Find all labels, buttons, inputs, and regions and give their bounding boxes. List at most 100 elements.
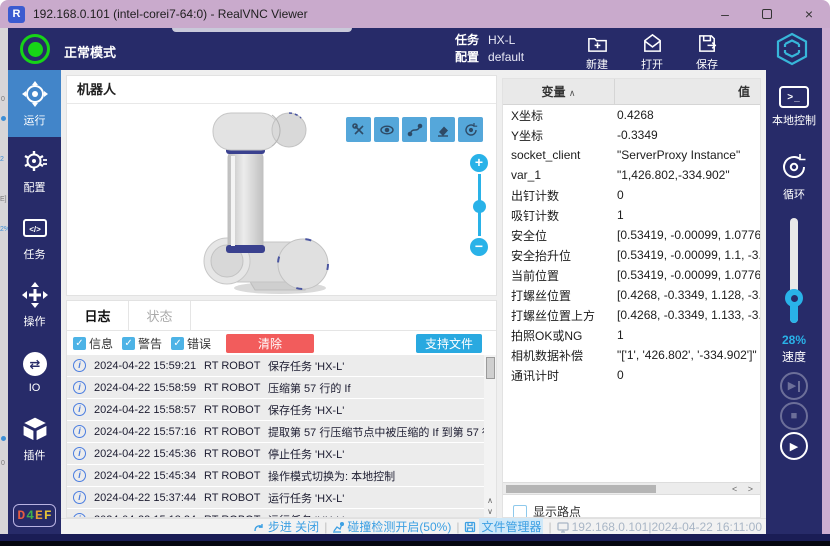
separator: | xyxy=(548,520,551,534)
loop-item[interactable]: 循环 xyxy=(766,152,822,202)
close-button[interactable]: × xyxy=(788,0,830,28)
hscroll-arrows[interactable]: < > xyxy=(732,483,757,495)
sidebar-label-config: 配置 xyxy=(24,179,46,195)
sidebar-item-config[interactable]: 配置 xyxy=(8,137,61,204)
sidebar-item-operate[interactable]: 操作 xyxy=(8,271,61,338)
log-row[interactable]: i 2024-04-22 15:45:36 RT ROBOT 停止任务 'HX-… xyxy=(67,443,484,464)
sidebar-item-task[interactable]: </> 任务 xyxy=(8,204,61,271)
badge-char: F xyxy=(44,508,52,523)
variables-hscrollbar[interactable]: < > xyxy=(503,482,760,495)
support-files-button[interactable]: 支持文件 xyxy=(416,334,482,353)
variable-row[interactable]: Y坐标 -0.3349 xyxy=(503,125,760,145)
warning-checkbox-label: 警告 xyxy=(138,335,162,352)
open-task-button[interactable]: 打开 xyxy=(635,32,669,72)
variable-name: 安全位 xyxy=(511,227,617,244)
log-scrollbar-thumb[interactable] xyxy=(486,357,495,379)
step-run-button[interactable]: ▶ xyxy=(780,372,808,400)
variable-row[interactable]: 出钉计数 0 xyxy=(503,185,760,205)
tab-log[interactable]: 日志 xyxy=(67,301,129,330)
variable-row[interactable]: 通讯计时 0 xyxy=(503,365,760,385)
stop-button[interactable]: ■ xyxy=(780,402,808,430)
warning-checkbox[interactable]: ✓ xyxy=(122,337,135,350)
log-row[interactable]: i 2024-04-22 15:58:57 RT ROBOT 保存任务 'HX-… xyxy=(67,399,484,420)
collision-status[interactable]: 碰撞检测开启(50%) xyxy=(332,518,451,535)
speed-percent: 28% xyxy=(766,333,822,347)
save-task-button[interactable]: 保存 xyxy=(690,32,724,72)
log-message: 提取第 57 行压缩节点中被压缩的 If 到第 57 行 xyxy=(268,424,484,440)
variable-row[interactable]: 相机数据补偿 "['1', '426.802', '-334.902']" xyxy=(503,345,760,365)
zoom-in-button[interactable]: + xyxy=(470,154,488,172)
speed-slider-handle[interactable] xyxy=(785,289,803,307)
variable-row[interactable]: 安全抬升位 [0.53419, -0.00099, 1.1, -3.14048,… xyxy=(503,245,760,265)
erase-button[interactable] xyxy=(430,117,455,142)
trace-button[interactable] xyxy=(402,117,427,142)
tools-icon xyxy=(351,122,367,138)
variable-row[interactable]: X坐标 0.4268 xyxy=(503,105,760,125)
variable-row[interactable]: 打螺丝位置 [0.4268, -0.3349, 1.128, -3.14159,… xyxy=(503,285,760,305)
tab-status[interactable]: 状态 xyxy=(129,301,191,330)
sort-ascending-icon: ∧ xyxy=(569,88,576,98)
log-list[interactable]: i 2024-04-22 15:59:21 RT ROBOT 保存任务 'HX-… xyxy=(67,355,496,517)
variable-row[interactable]: 当前位置 [0.53419, -0.00099, 1.07764, -3.140… xyxy=(503,265,760,285)
clear-log-button[interactable]: 清除 xyxy=(226,334,314,353)
zoom-slider-handle[interactable] xyxy=(473,200,486,213)
log-panel: 日志 状态 ✓ 信息 ✓ 警告 ✓ 错误 清除 支持文件 i 2024-04-2… xyxy=(66,300,497,518)
log-row[interactable]: i 2024-04-22 15:45:34 RT ROBOT 操作模式切换为: … xyxy=(67,465,484,486)
badge-char: E xyxy=(35,508,43,523)
show-waypoints-checkbox[interactable] xyxy=(513,505,527,519)
variable-row[interactable]: var_1 "1,426.802,-334.902" xyxy=(503,165,760,185)
zoom-out-button[interactable]: − xyxy=(470,238,488,256)
variable-row[interactable]: 打螺丝位置上方 [0.4268, -0.3349, 1.133, -3.1415… xyxy=(503,305,760,325)
step-mode-status[interactable]: 步进 关闭 xyxy=(253,518,319,535)
task-config-block: 任务HX-L 配置default xyxy=(455,32,524,66)
local-control-item[interactable]: >_ 本地控制 xyxy=(766,86,822,128)
sidebar-item-run[interactable]: 运行 xyxy=(8,70,61,137)
collision-text: 碰撞检测开启(50%) xyxy=(347,518,451,535)
variable-row[interactable]: 安全位 [0.53419, -0.00099, 1.07764, -3.1404… xyxy=(503,225,760,245)
log-row[interactable]: i 2024-04-22 15:18:24 RT ROBOT 运行任务 'HX-… xyxy=(67,509,484,517)
sidebar-item-io[interactable]: ⇄ IO xyxy=(8,338,61,405)
column-variable[interactable]: 变量 ∧ xyxy=(503,79,615,105)
variables-hscrollbar-thumb[interactable] xyxy=(506,485,656,493)
column-value[interactable]: 值 xyxy=(615,83,760,100)
variable-name: 当前位置 xyxy=(511,267,617,284)
new-task-button[interactable]: 新建 xyxy=(580,32,614,72)
slider-handle-core xyxy=(791,295,798,302)
variable-row[interactable]: socket_client "ServerProxy Instance" xyxy=(503,145,760,165)
variable-row[interactable]: 拍照OK或NG 1 xyxy=(503,325,760,345)
connection-status: 192.168.0.101|2024-04-22 16:11:00 xyxy=(557,520,762,534)
show-waypoints-row: 显示路点 xyxy=(513,503,581,518)
variable-name: 打螺丝位置上方 xyxy=(511,307,617,324)
error-checkbox[interactable]: ✓ xyxy=(171,337,184,350)
log-row[interactable]: i 2024-04-22 15:37:44 RT ROBOT 运行任务 'HX-… xyxy=(67,487,484,508)
file-manager-button[interactable]: 文件管理器 xyxy=(464,518,543,535)
log-scrollbar[interactable]: ∧ ∨ xyxy=(484,355,496,517)
scroll-up-arrow[interactable]: ∧ xyxy=(484,495,496,506)
log-source: RT ROBOT xyxy=(204,514,268,518)
variable-value: 0 xyxy=(617,368,760,382)
robot-3d-view[interactable]: + − xyxy=(67,104,496,295)
speed-slider-track[interactable] xyxy=(790,218,798,323)
vnc-toolbar-handle[interactable] xyxy=(172,28,352,32)
visibility-button[interactable] xyxy=(374,117,399,142)
log-row[interactable]: i 2024-04-22 15:59:21 RT ROBOT 保存任务 'HX-… xyxy=(67,355,484,376)
zoom-slider-track[interactable] xyxy=(478,174,481,236)
log-row[interactable]: i 2024-04-22 15:58:59 RT ROBOT 压缩第 57 行的… xyxy=(67,377,484,398)
log-source: RT ROBOT xyxy=(204,492,268,504)
maximize-button[interactable] xyxy=(746,0,788,28)
play-button[interactable]: ▶ xyxy=(780,432,808,460)
log-source: RT ROBOT xyxy=(204,382,268,394)
svg-text:</>: </> xyxy=(29,225,41,234)
log-row[interactable]: i 2024-04-22 15:57:16 RT ROBOT 提取第 57 行压… xyxy=(67,421,484,442)
minimize-button[interactable]: – xyxy=(704,0,746,28)
desktop-artifact: 2 xyxy=(0,156,4,163)
view-zoom-control: + − xyxy=(470,154,488,256)
variable-name: 安全抬升位 xyxy=(511,247,617,264)
reset-view-button[interactable] xyxy=(458,117,483,142)
io-icon: ⇄ xyxy=(21,350,49,378)
variable-row[interactable]: 吸钉计数 1 xyxy=(503,205,760,225)
info-checkbox[interactable]: ✓ xyxy=(73,337,86,350)
scroll-down-arrow[interactable]: ∨ xyxy=(484,506,496,517)
tools-button[interactable] xyxy=(346,117,371,142)
sidebar-item-plugin[interactable]: 插件 xyxy=(8,405,61,472)
